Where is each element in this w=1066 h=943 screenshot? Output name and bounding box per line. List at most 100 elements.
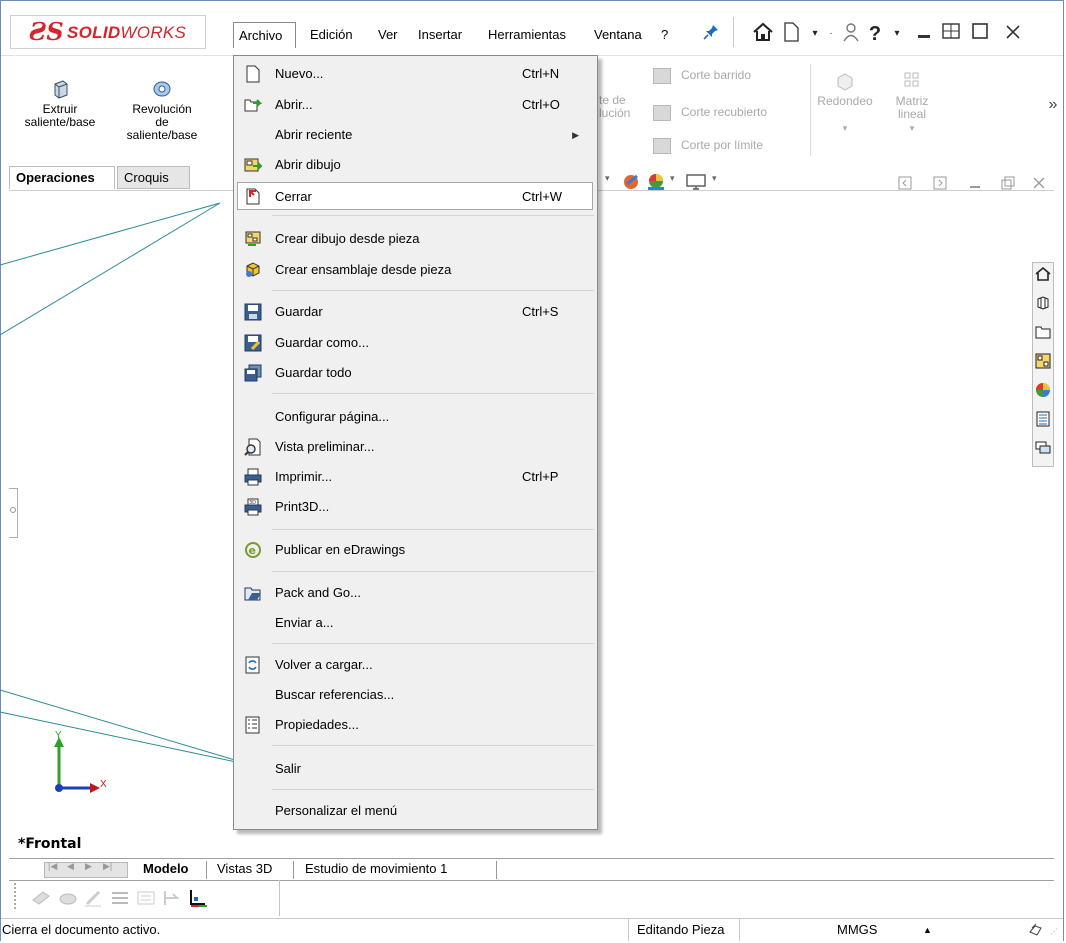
tab-estudio-movimiento[interactable]: Estudio de movimiento 1 <box>305 859 447 879</box>
tab-scroll-buttons[interactable]: |◀ ◀ ▶ ▶| <box>44 861 128 878</box>
menu-item-label: Vista preliminar... <box>275 439 375 454</box>
toolbar-tool-5-icon[interactable] <box>135 888 157 908</box>
menu-item-print3d[interactable]: 3D Print3D... <box>237 493 593 521</box>
status-bar: Cierra el documento activo. Editando Pie… <box>1 918 1063 941</box>
menu-item-label: Buscar referencias... <box>275 687 395 702</box>
tab-modelo[interactable]: Modelo <box>143 859 189 879</box>
status-mode: Editando Pieza <box>628 919 739 941</box>
menu-item-label: Pack and Go... <box>275 585 361 600</box>
menu-item-enviar-a[interactable]: Enviar a... <box>237 609 593 637</box>
menu-item-label: Guardar <box>275 304 323 319</box>
menu-item-label: Imprimir... <box>275 469 333 484</box>
coordinate-triad <box>54 737 100 793</box>
svg-text:e: e <box>249 544 256 557</box>
menu-separator <box>272 789 594 790</box>
file-menu-dropdown: Nuevo... Ctrl+N Abrir... Ctrl+O Abrir re… <box>233 55 598 830</box>
menu-item-personalizar[interactable]: Personalizar el menú <box>237 797 593 825</box>
print-icon <box>244 468 262 486</box>
menu-separator <box>272 290 594 291</box>
rebuild-status-icon[interactable] <box>1027 922 1045 938</box>
tab-divider <box>206 861 207 879</box>
toolbar-tool-3-icon[interactable] <box>83 888 105 908</box>
menu-item-label: Salir <box>275 761 302 776</box>
menu-item-label: Crear ensamblaje desde pieza <box>275 262 452 277</box>
menu-separator <box>272 745 594 746</box>
edrawings-icon: e <box>245 542 261 558</box>
toolbar-tool-2-icon[interactable] <box>57 888 79 908</box>
menu-item-label: Guardar todo <box>275 365 352 380</box>
view-orientation-label: *Frontal <box>18 836 82 852</box>
menu-item-label: Guardar como... <box>275 335 369 350</box>
menu-item-shortcut: Ctrl+P <box>522 469 559 484</box>
menu-item-volver-a-cargar[interactable]: Volver a cargar... <box>237 651 593 679</box>
menu-item-crear-dibujo[interactable]: Crear dibujo desde pieza <box>237 225 593 253</box>
menu-item-label: Propiedades... <box>275 717 359 732</box>
menu-item-propiedades[interactable]: Propiedades... <box>237 711 593 739</box>
units-arrow-icon[interactable]: ▲ <box>923 919 932 941</box>
properties-icon <box>245 716 260 734</box>
status-units[interactable]: MMGS <box>829 919 889 941</box>
menu-item-abrir-dibujo[interactable]: Abrir dibujo <box>237 151 593 179</box>
menu-item-label: Print3D... <box>275 499 330 514</box>
menu-item-shortcut: Ctrl+N <box>522 66 560 81</box>
save-icon <box>244 303 262 321</box>
menu-item-guardar-como[interactable]: Guardar como... <box>237 329 593 357</box>
make-assembly-icon <box>246 262 260 277</box>
tab-divider <box>496 861 497 879</box>
menu-item-label: Abrir dibujo <box>275 157 341 172</box>
menu-item-label: Personalizar el menú <box>275 803 398 818</box>
menu-item-buscar-referencias[interactable]: Buscar referencias... <box>237 681 593 709</box>
menu-item-nuevo[interactable]: Nuevo... Ctrl+N <box>237 60 593 88</box>
menu-item-abrir[interactable]: Abrir... Ctrl+O <box>237 91 593 119</box>
menu-item-crear-ensamblaje[interactable]: Crear ensamblaje desde pieza <box>237 256 593 284</box>
menu-item-publicar-edrawings[interactable]: e Publicar en eDrawings <box>237 536 593 564</box>
tab-divider <box>293 861 294 879</box>
menu-separator <box>272 529 594 530</box>
menu-item-abrir-reciente[interactable]: Abrir reciente ▶ <box>237 121 593 149</box>
resize-grip-icon[interactable]: ⋰ <box>1050 927 1058 936</box>
toolbar-tool-7-icon[interactable] <box>187 888 209 908</box>
menu-item-label: Configurar página... <box>275 409 390 424</box>
toolbar-tool-1-icon[interactable] <box>31 888 53 908</box>
menu-item-label: Enviar a... <box>275 615 334 630</box>
save-all-icon <box>244 364 262 382</box>
axis-x-label: X <box>100 779 107 790</box>
toolbar-tool-4-icon[interactable] <box>109 888 131 908</box>
bottom-toolbar <box>9 880 280 916</box>
pack-and-go-icon <box>244 587 261 601</box>
reload-icon <box>245 656 260 674</box>
menu-item-label: Nuevo... <box>275 66 324 81</box>
toolbar-grip <box>14 883 19 909</box>
menu-separator <box>272 643 594 644</box>
close-document-icon <box>246 188 260 205</box>
menu-item-pack-and-go[interactable]: Pack and Go... <box>237 579 593 607</box>
menu-item-label: Volver a cargar... <box>275 657 373 672</box>
menu-item-salir[interactable]: Salir <box>237 755 593 783</box>
menu-item-guardar[interactable]: Guardar Ctrl+S <box>237 298 593 326</box>
submenu-arrow-icon: ▶ <box>572 130 579 140</box>
menu-item-imprimir[interactable]: Imprimir... Ctrl+P <box>237 463 593 491</box>
tab-scroll-next-icon[interactable]: ▶ <box>85 861 92 872</box>
tab-scroll-first-icon[interactable]: |◀ <box>48 861 57 872</box>
menu-separator <box>272 571 594 572</box>
menu-item-guardar-todo[interactable]: Guardar todo <box>237 359 593 387</box>
menu-item-shortcut: Ctrl+W <box>522 189 563 204</box>
menu-item-label: Crear dibujo desde pieza <box>275 231 420 246</box>
menu-item-label: Publicar en eDrawings <box>275 542 406 557</box>
menu-item-label: Cerrar <box>275 189 312 204</box>
menu-archivo[interactable]: Archivo <box>233 22 296 48</box>
menu-item-shortcut: Ctrl+S <box>522 304 559 319</box>
menu-item-vista-preliminar[interactable]: Vista preliminar... <box>237 433 593 461</box>
bottom-tab-strip: |◀ ◀ ▶ ▶| Modelo Vistas 3D Estudio de mo… <box>9 858 1054 881</box>
toolbar-tool-6-icon[interactable] <box>161 888 183 908</box>
status-spacer <box>739 919 829 941</box>
menu-separator <box>272 215 594 216</box>
menu-item-configurar-pagina[interactable]: Configurar página... <box>237 403 593 431</box>
menu-item-cerrar[interactable]: Cerrar Ctrl+W <box>237 182 593 210</box>
print3d-icon: 3D <box>244 498 262 516</box>
tab-scroll-last-icon[interactable]: ▶| <box>103 861 112 872</box>
open-icon <box>244 99 262 112</box>
tab-scroll-prev-icon[interactable]: ◀ <box>67 861 74 872</box>
tab-vistas-3d[interactable]: Vistas 3D <box>217 859 272 879</box>
new-icon <box>246 65 260 83</box>
